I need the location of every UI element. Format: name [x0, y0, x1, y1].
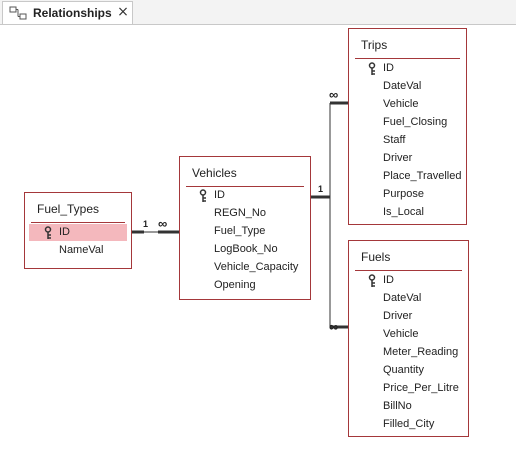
field-name: Quantity — [383, 364, 424, 376]
field-fuel-type[interactable]: Fuel_Type — [180, 223, 310, 241]
field-name: ID — [383, 274, 394, 286]
field-name: Fuel_Closing — [383, 116, 448, 128]
field-name: Filled_City — [383, 418, 435, 430]
field-quantity[interactable]: Quantity — [349, 362, 468, 380]
table-divider — [355, 270, 462, 271]
primary-key-icon — [199, 189, 207, 202]
table-fuels[interactable]: Fuels ID DateVal Driver Vehicle Meter_Re… — [348, 240, 469, 437]
field-meter-reading[interactable]: Meter_Reading — [349, 344, 468, 362]
field-name: DateVal — [383, 292, 422, 304]
field-id[interactable]: ID — [349, 272, 468, 290]
cardinality-one-fueltypes: 1 — [143, 219, 149, 229]
field-name: Is_Local — [383, 206, 424, 218]
field-name: ID — [214, 189, 225, 201]
table-divider — [31, 222, 125, 223]
field-vehicle[interactable]: Vehicle — [349, 326, 468, 344]
tab-title: Relationships — [33, 6, 112, 20]
field-name: NameVal — [59, 244, 104, 256]
field-is-local[interactable]: Is_Local — [349, 204, 466, 222]
field-billno[interactable]: BillNo — [349, 398, 468, 416]
field-list: ID DateVal Vehicle Fuel_Closing Staff Dr… — [349, 60, 466, 222]
field-name: Driver — [383, 152, 413, 164]
field-filled-city[interactable]: Filled_City — [349, 416, 468, 434]
primary-key-icon — [368, 274, 376, 287]
field-place-travelled[interactable]: Place_Travelled — [349, 168, 466, 186]
table-title: Trips — [361, 38, 388, 52]
field-name: Vehicle_Capacity — [214, 261, 299, 273]
table-vehicles[interactable]: Vehicles ID REGN_No Fuel_Type LogBook_No… — [179, 156, 311, 300]
field-driver[interactable]: Driver — [349, 308, 468, 326]
field-purpose[interactable]: Purpose — [349, 186, 466, 204]
field-name: ID — [59, 226, 70, 238]
field-name: Vehicle — [383, 98, 419, 110]
field-list: ID REGN_No Fuel_Type LogBook_No Vehicle_… — [180, 187, 310, 295]
close-icon[interactable]: × — [115, 4, 131, 20]
field-regn-no[interactable]: REGN_No — [180, 205, 310, 223]
field-name: Meter_Reading — [383, 346, 459, 358]
field-list: ID NameVal — [25, 224, 131, 260]
primary-key-icon — [44, 226, 52, 239]
field-name: ID — [383, 62, 394, 74]
field-name: Price_Per_Litre — [383, 382, 459, 394]
field-opening[interactable]: Opening — [180, 277, 310, 295]
field-price-per-litre[interactable]: Price_Per_Litre — [349, 380, 468, 398]
field-fuel-closing[interactable]: Fuel_Closing — [349, 114, 466, 132]
field-name: REGN_No — [214, 207, 266, 219]
table-divider — [355, 58, 460, 59]
table-fuel-types[interactable]: Fuel_Types ID NameVal — [24, 192, 132, 269]
field-id[interactable]: ID — [25, 224, 131, 242]
table-title: Fuels — [361, 250, 391, 264]
field-name: Purpose — [383, 188, 424, 200]
field-driver[interactable]: Driver — [349, 150, 466, 168]
field-name: Staff — [383, 134, 406, 146]
table-title: Fuel_Types — [37, 202, 100, 216]
field-dateval[interactable]: DateVal — [349, 290, 468, 308]
field-name: Vehicle — [383, 328, 419, 340]
field-id[interactable]: ID — [349, 60, 466, 78]
field-id[interactable]: ID — [180, 187, 310, 205]
field-name: Fuel_Type — [214, 225, 266, 237]
field-name: Opening — [214, 279, 256, 291]
cardinality-many-trips: ∞ — [329, 87, 339, 102]
field-staff[interactable]: Staff — [349, 132, 466, 150]
table-title: Vehicles — [192, 166, 237, 180]
relationship-vehicles-trips-fuels[interactable] — [311, 101, 348, 329]
field-name: Place_Travelled — [383, 170, 462, 182]
cardinality-many-vehicles: ∞ — [158, 216, 168, 231]
tab-relationships[interactable]: Relationships × — [2, 1, 133, 24]
cardinality-many-fuels: ∞ — [329, 319, 339, 334]
field-name: DateVal — [383, 80, 422, 92]
field-logbook-no[interactable]: LogBook_No — [180, 241, 310, 259]
relationships-canvas: 1 ∞ 1 ∞ ∞ Fuel_Types ID NameVal Vehicles… — [0, 25, 516, 467]
field-name: Driver — [383, 310, 413, 322]
field-list: ID DateVal Driver Vehicle Meter_Reading … — [349, 272, 468, 434]
cardinality-one-vehicles: 1 — [318, 184, 324, 194]
table-trips[interactable]: Trips ID DateVal Vehicle Fuel_Closing St… — [348, 28, 467, 225]
field-name: LogBook_No — [214, 243, 278, 255]
field-dateval[interactable]: DateVal — [349, 78, 466, 96]
document-tab-bar: Relationships × — [0, 0, 516, 25]
field-nameval[interactable]: NameVal — [25, 242, 131, 260]
field-vehicle[interactable]: Vehicle — [349, 96, 466, 114]
field-name: BillNo — [383, 400, 412, 412]
relationships-icon — [9, 6, 27, 20]
primary-key-icon — [368, 62, 376, 75]
field-vehicle-capacity[interactable]: Vehicle_Capacity — [180, 259, 310, 277]
